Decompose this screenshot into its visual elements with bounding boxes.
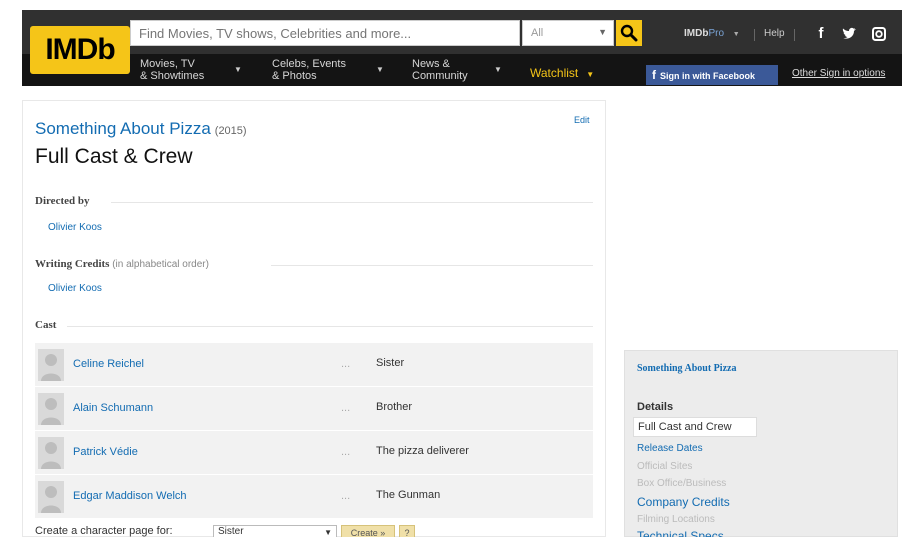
nav-news-community[interactable]: News & Community ▼: [412, 58, 502, 82]
help-button[interactable]: ?: [399, 525, 415, 537]
instagram-camera-shape: [872, 27, 886, 41]
imdb-logo[interactable]: IMDb: [30, 26, 130, 74]
title-sidebar: Something About Pizza Details Full Cast …: [624, 350, 898, 537]
header-separator: [794, 29, 795, 41]
ellipsis: ...: [341, 490, 351, 502]
actor-link[interactable]: Edgar Maddison Welch: [73, 490, 187, 502]
character-name: Sister: [376, 357, 405, 369]
watchlist-menu[interactable]: Watchlist ▼: [530, 66, 594, 80]
header-separator: [754, 29, 755, 41]
sidebar-item-official-sites[interactable]: Official Sites: [637, 461, 692, 472]
section-divider: [111, 202, 593, 203]
facebook-icon[interactable]: f: [810, 23, 832, 45]
table-row: Edgar Maddison Welch ... The Gunman: [35, 475, 593, 519]
nav-news-line1: News &: [412, 58, 450, 70]
directed-by-heading: Directed by: [35, 195, 90, 207]
movie-year: (2015): [214, 125, 247, 137]
table-row: Celine Reichel ... Sister: [35, 343, 593, 387]
search-icon: [620, 24, 638, 42]
actor-link[interactable]: Alain Schumann: [73, 402, 153, 414]
page-title: Full Cast & Crew: [35, 145, 193, 168]
avatar-placeholder-icon[interactable]: [38, 393, 64, 425]
edit-link[interactable]: Edit: [574, 115, 590, 125]
facebook-signin-button[interactable]: f Sign in with Facebook: [646, 65, 778, 85]
ellipsis: ...: [341, 402, 351, 414]
character-name: Brother: [376, 401, 413, 413]
avatar-placeholder-icon[interactable]: [38, 349, 64, 381]
person-silhouette: [41, 442, 61, 469]
search-category-select[interactable]: All ▼: [522, 20, 614, 46]
ellipsis: ...: [341, 446, 351, 458]
writing-credits-label: Writing Credits: [35, 258, 110, 270]
person-silhouette: [41, 398, 61, 425]
imdbpro-menu[interactable]: IMDbPro ▼: [684, 28, 740, 39]
sidebar-item-filming-locations[interactable]: Filming Locations: [637, 514, 715, 525]
chevron-down-icon: ▼: [586, 70, 595, 79]
nav-movies-line1: Movies, TV: [140, 58, 195, 70]
nav-news-line2: Community: [412, 70, 468, 82]
chevron-down-icon: ▼: [324, 528, 332, 537]
cast-heading: Cast: [35, 319, 57, 331]
character-select[interactable]: Sister ▼: [213, 525, 337, 537]
instagram-icon[interactable]: [868, 23, 890, 45]
character-name: The Gunman: [376, 489, 441, 501]
search-box: [130, 20, 520, 46]
writing-credits-note: (in alphabetical order): [112, 259, 209, 270]
writing-credits-heading: Writing Credits (in alphabetical order): [35, 258, 209, 270]
chevron-down-icon: ▼: [598, 27, 607, 37]
nav-celebs-events-photos[interactable]: Celebs, Events & Photos ▼: [272, 58, 384, 82]
help-link[interactable]: Help: [764, 28, 785, 39]
search-button[interactable]: [616, 20, 642, 46]
table-row: Patrick Védie ... The pizza deliverer: [35, 431, 593, 475]
create-character-label: Create a character page for:: [35, 525, 173, 537]
full-credits-panel: Something About Pizza (2015) Edit Full Ca…: [22, 100, 606, 537]
sidebar-item-full-cast-crew: Full Cast and Crew: [633, 417, 757, 437]
search-category-label: All: [531, 27, 544, 39]
sidebar-item-company-credits[interactable]: Company Credits: [637, 495, 730, 509]
sidebar-item-release-dates[interactable]: Release Dates: [637, 443, 703, 454]
chevron-down-icon: ▼: [494, 65, 502, 74]
chevron-down-icon: ▼: [376, 65, 384, 74]
avatar-placeholder-icon[interactable]: [38, 437, 64, 469]
nav-movies-line2: & Showtimes: [140, 70, 205, 82]
other-signin-link[interactable]: Other Sign in options: [792, 68, 885, 79]
actor-link[interactable]: Celine Reichel: [73, 358, 144, 370]
section-divider: [67, 326, 593, 327]
facebook-signin-label: Sign in with Facebook: [660, 71, 756, 81]
character-name: The pizza deliverer: [376, 445, 469, 457]
imdbpro-pro: Pro: [708, 28, 725, 39]
search-input[interactable]: [131, 21, 519, 45]
facebook-icon: f: [652, 68, 656, 82]
chevron-down-icon: ▼: [732, 31, 740, 38]
cast-list: Celine Reichel ... Sister Alain Schumann…: [35, 343, 593, 519]
nav-celebs-line1: Celebs, Events: [272, 58, 346, 70]
table-row: Alain Schumann ... Brother: [35, 387, 593, 431]
twitter-bird-shape: [842, 27, 856, 39]
character-select-value: Sister: [218, 526, 244, 537]
sidebar-details-heading: Details: [637, 401, 674, 413]
chevron-down-icon: ▼: [234, 65, 242, 74]
title-link-row: Something About Pizza (2015): [35, 119, 247, 139]
avatar-placeholder-icon[interactable]: [38, 481, 64, 513]
page: IMDb All ▼ IMDbPro ▼ Help f: [0, 0, 902, 537]
nav-celebs-line2: & Photos: [272, 70, 317, 82]
person-silhouette: [41, 354, 61, 381]
watchlist-label: Watchlist: [530, 66, 579, 80]
create-character-button[interactable]: Create »: [341, 525, 395, 537]
writer-link[interactable]: Olivier Koos: [48, 283, 102, 294]
twitter-icon[interactable]: [838, 23, 860, 45]
nav-movies-tv-showtimes[interactable]: Movies, TV & Showtimes ▼: [140, 58, 242, 82]
sidebar-title-link[interactable]: Something About Pizza: [637, 363, 736, 374]
section-divider: [271, 265, 593, 266]
sidebar-item-technical-specs[interactable]: Technical Specs: [637, 529, 724, 537]
person-silhouette: [41, 486, 61, 513]
director-link[interactable]: Olivier Koos: [48, 222, 102, 233]
imdbpro-brand: IMDb: [684, 28, 709, 39]
ellipsis: ...: [341, 358, 351, 370]
movie-title-link[interactable]: Something About Pizza: [35, 119, 211, 138]
sidebar-item-box-office[interactable]: Box Office/Business: [637, 478, 726, 489]
imdb-header: IMDb All ▼ IMDbPro ▼ Help f: [22, 10, 902, 86]
actor-link[interactable]: Patrick Védie: [73, 446, 138, 458]
